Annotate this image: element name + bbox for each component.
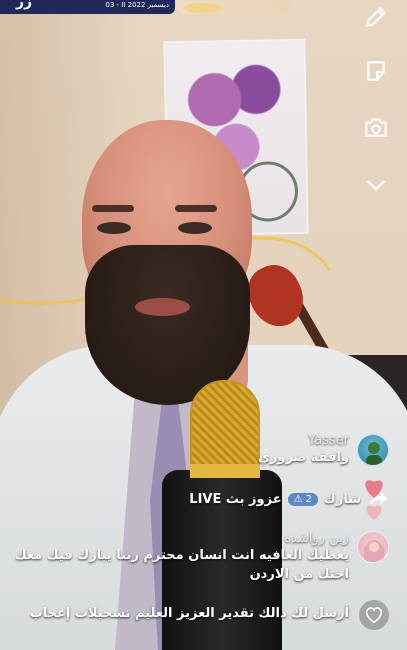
comment-text-line1: يعطيك العافيه انت انسان محترم ربنا يبارك…	[14, 548, 349, 563]
share-label[interactable]: شارك	[324, 492, 361, 507]
avatar[interactable]	[357, 434, 389, 466]
banner-logo: زر	[16, 0, 33, 10]
edit-button[interactable]	[361, 2, 391, 32]
comment-text-line2: اختك من الاردن	[249, 567, 349, 582]
comment-username: Yasser	[307, 433, 349, 448]
flip-camera-button[interactable]	[361, 112, 391, 142]
heart-icon	[365, 607, 383, 624]
viewer-count-badge: ⚠ 2	[287, 492, 318, 506]
warning-icon: ⚠	[293, 493, 303, 505]
comment-item: زين رواشده يعطيك العافيه انت انسان محترم…	[9, 531, 349, 584]
like-button[interactable]	[359, 600, 389, 630]
avatar[interactable]	[357, 531, 389, 563]
viewer-count: 2	[305, 493, 312, 505]
pencil-icon	[366, 7, 386, 27]
event-banner[interactable]: زر 03 - II ديسمبر 2022	[0, 0, 175, 14]
gift-message: أرسل لك ذالك تقدير العزيز العليم تسجيلات…	[29, 606, 349, 621]
banner-date: 03 - II ديسمبر 2022	[105, 1, 169, 9]
bottom-bar: أرسل لك ذالك تقدير العزيز العليم تسجيلات…	[0, 598, 407, 634]
share-icon[interactable]	[367, 489, 389, 509]
live-stream-screen: زر 03 - II ديسمبر 2022 Yasser وافقة ضرور…	[0, 0, 407, 650]
flip-camera-icon	[365, 118, 387, 137]
chevron-down-icon	[367, 180, 385, 191]
live-title: عزوز بث LIVE	[189, 491, 282, 507]
sticker-icon	[367, 61, 385, 81]
sticker-button[interactable]	[361, 56, 391, 86]
share-row: شارك ⚠ 2 عزوز بث LIVE	[189, 488, 389, 510]
more-options-button[interactable]	[361, 170, 391, 200]
comment-item: Yasser وافقة ضروري	[258, 433, 349, 467]
comment-username: زين رواشده	[284, 531, 349, 546]
banner-decoration	[183, 3, 223, 13]
comment-text: وافقة ضروري	[258, 450, 349, 465]
